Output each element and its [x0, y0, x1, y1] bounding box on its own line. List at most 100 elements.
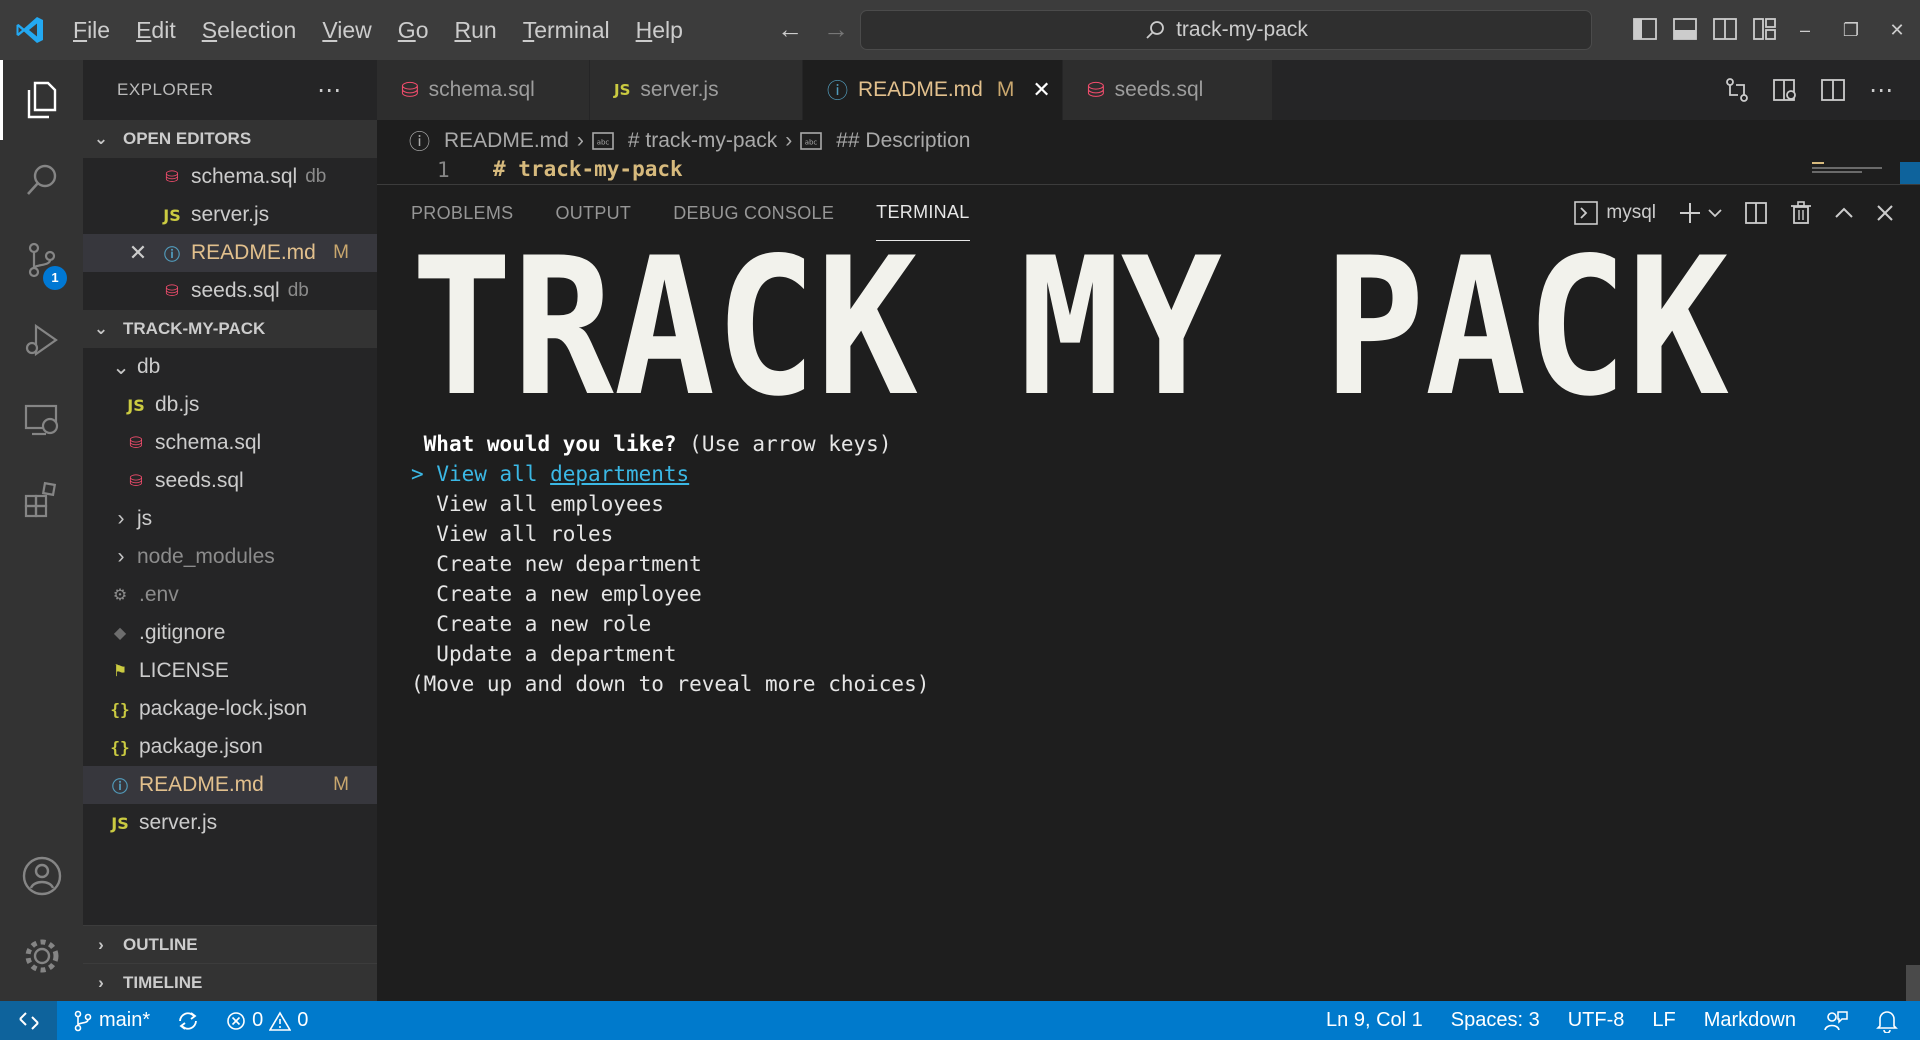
open-editor-readme-md[interactable]: ✕ ⓘ README.md M	[83, 234, 377, 272]
source-control-icon[interactable]: 1	[0, 220, 83, 300]
tree-folder-db[interactable]: ⌄ db	[83, 348, 377, 386]
git-icon: ◆	[113, 625, 127, 642]
json-icon: {}	[110, 737, 130, 757]
close-icon[interactable]: ✕	[123, 240, 153, 266]
open-preview-icon[interactable]	[1770, 75, 1800, 105]
problems-indicator[interactable]: 0 0	[226, 1009, 308, 1032]
timeline-header[interactable]: › TIMELINE	[83, 963, 377, 1001]
toggle-panel-icon[interactable]	[1670, 14, 1700, 44]
editor-code-area[interactable]: 1 # track-my-pack	[377, 160, 1920, 184]
terminal-scrollbar[interactable]	[1906, 965, 1920, 1001]
menu-terminal[interactable]: Terminal	[510, 0, 623, 60]
menu-run[interactable]: Run	[441, 0, 509, 60]
extensions-icon[interactable]	[0, 460, 83, 540]
remote-indicator-icon[interactable]	[0, 1001, 57, 1040]
terminal-selector[interactable]: mysql	[1574, 198, 1656, 228]
open-editor-label: seeds.sql	[191, 279, 280, 302]
new-terminal-icon[interactable]	[1678, 198, 1722, 228]
more-actions-icon[interactable]: ⋯	[317, 76, 343, 105]
tree-file-seeds-sql[interactable]: ⛁ seeds.sql	[83, 462, 377, 500]
branch-indicator[interactable]: main*	[73, 1009, 150, 1032]
menu-choice[interactable]: Create a new role	[411, 609, 1881, 639]
back-arrow-icon[interactable]: ←	[775, 14, 805, 44]
menu-choice[interactable]: View all roles	[411, 519, 1881, 549]
menu-selection[interactable]: Selection	[189, 0, 310, 60]
menu-edit[interactable]: Edit	[123, 0, 189, 60]
customize-layout-icon[interactable]	[1750, 14, 1780, 44]
more-actions-icon[interactable]: ⋯	[1866, 75, 1896, 105]
explorer-icon[interactable]	[0, 60, 83, 140]
tree-folder-js[interactable]: › js	[83, 500, 377, 538]
tree-file-license[interactable]: ⚑ LICENSE	[83, 652, 377, 690]
account-icon[interactable]	[0, 836, 83, 916]
minimap[interactable]	[1810, 160, 1920, 184]
tree-file-schema-sql[interactable]: ⛁ schema.sql	[83, 424, 377, 462]
menu-choice[interactable]: Update a department	[411, 639, 1881, 669]
tab-debug-console[interactable]: DEBUG CONSOLE	[673, 185, 834, 241]
close-icon[interactable]: ✕	[1032, 77, 1050, 103]
tab-seeds-sql[interactable]: ⛁ seeds.sql	[1063, 60, 1273, 120]
run-debug-icon[interactable]	[0, 300, 83, 380]
feedback-icon[interactable]	[1824, 1009, 1848, 1033]
tree-file-readme-md[interactable]: ⓘ README.md M	[83, 766, 377, 804]
tree-folder-node-modules[interactable]: › node_modules	[83, 538, 377, 576]
split-editor-icon[interactable]	[1818, 75, 1848, 105]
maximize-panel-icon[interactable]	[1834, 198, 1854, 228]
close-panel-icon[interactable]	[1876, 198, 1894, 228]
toggle-primary-sidebar-icon[interactable]	[1630, 14, 1660, 44]
forward-arrow-icon[interactable]: →	[821, 14, 851, 44]
menu-file[interactable]: File	[60, 0, 123, 60]
tab-readme-md[interactable]: ⓘ README.md M ✕	[803, 60, 1063, 120]
menu-go[interactable]: Go	[385, 0, 442, 60]
tree-file-server-js[interactable]: JS server.js	[83, 804, 377, 842]
toggle-secondary-sidebar-icon[interactable]	[1710, 14, 1740, 44]
open-editor-schema-sql[interactable]: ⛁ schema.sql db	[83, 158, 377, 196]
trash-icon[interactable]	[1790, 198, 1812, 228]
sync-icon[interactable]	[176, 1010, 200, 1032]
command-center-search[interactable]: track-my-pack	[860, 10, 1592, 50]
split-terminal-icon[interactable]	[1744, 198, 1768, 228]
menu-choice[interactable]: Create new department	[411, 549, 1881, 579]
project-folder-header[interactable]: ⌄ TRACK-MY-PACK	[83, 310, 377, 348]
menu-choice-selected[interactable]: > View all departments	[411, 459, 1881, 489]
breadcrumb-heading-2[interactable]: ## Description	[836, 129, 970, 153]
menu-help[interactable]: Help	[623, 0, 696, 60]
breadcrumb-file[interactable]: README.md	[444, 129, 569, 153]
chevron-down-icon[interactable]	[1708, 208, 1722, 218]
open-editors-header[interactable]: ⌄ OPEN EDITORS	[83, 120, 377, 158]
indentation[interactable]: Spaces: 3	[1451, 1009, 1540, 1032]
tab-schema-sql[interactable]: ⛁ schema.sql	[377, 60, 590, 120]
restore-icon[interactable]: ❐	[1828, 0, 1874, 60]
cursor-position[interactable]: Ln 9, Col 1	[1326, 1009, 1423, 1032]
prompt-hint: (Use arrow keys)	[676, 432, 892, 456]
search-icon[interactable]	[0, 140, 83, 220]
tab-problems[interactable]: PROBLEMS	[411, 185, 513, 241]
tab-output[interactable]: OUTPUT	[555, 185, 631, 241]
activity-bar: 1	[0, 60, 83, 1001]
encoding[interactable]: UTF-8	[1568, 1009, 1625, 1032]
tree-file-gitignore[interactable]: ◆ .gitignore	[83, 614, 377, 652]
close-window-icon[interactable]: ✕	[1874, 0, 1920, 60]
end-of-line[interactable]: LF	[1652, 1009, 1675, 1032]
notifications-bell-icon[interactable]	[1876, 1009, 1898, 1033]
remote-explorer-icon[interactable]	[0, 380, 83, 460]
tree-file-db-js[interactable]: JS db.js	[83, 386, 377, 424]
tree-file-env[interactable]: ⚙ .env	[83, 576, 377, 614]
tree-file-package-lock-json[interactable]: {} package-lock.json	[83, 690, 377, 728]
terminal-output[interactable]: TRACK MY PACK What would you like? (Use …	[411, 217, 1881, 699]
git-branch-icon	[74, 1010, 92, 1031]
menu-choice[interactable]: Create a new employee	[411, 579, 1881, 609]
open-editor-server-js[interactable]: JS server.js	[83, 196, 377, 234]
outline-header[interactable]: › OUTLINE	[83, 925, 377, 963]
tab-server-js[interactable]: JS server.js	[590, 60, 803, 120]
minimize-icon[interactable]: –	[1782, 0, 1828, 60]
breadcrumb-heading-1[interactable]: # track-my-pack	[628, 129, 777, 153]
manage-gear-icon[interactable]	[0, 916, 83, 996]
open-editor-seeds-sql[interactable]: ⛁ seeds.sql db	[83, 272, 377, 310]
language-mode[interactable]: Markdown	[1704, 1009, 1796, 1032]
tab-terminal[interactable]: TERMINAL	[876, 185, 970, 241]
menu-choice[interactable]: View all employees	[411, 489, 1881, 519]
tree-file-package-json[interactable]: {} package.json	[83, 728, 377, 766]
open-changes-icon[interactable]	[1722, 75, 1752, 105]
menu-view[interactable]: View	[309, 0, 384, 60]
